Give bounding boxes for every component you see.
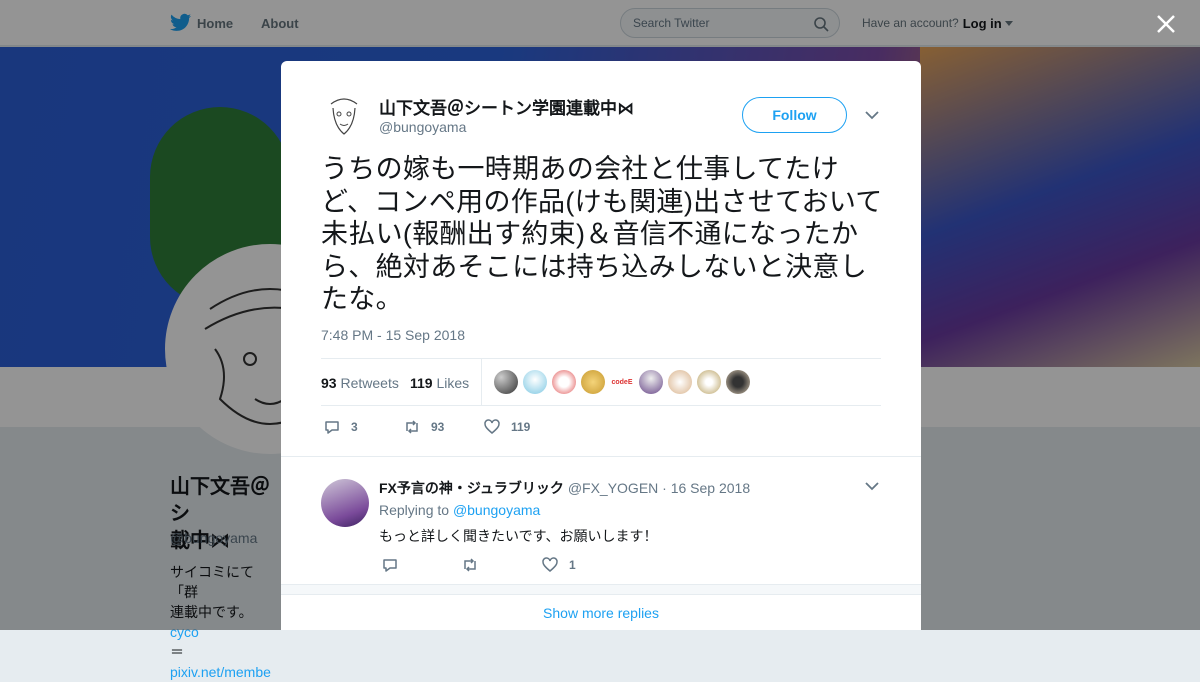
tweet-stats: 93 Retweets 119 Likes codeE: [321, 358, 881, 406]
tweet-timestamp[interactable]: 7:48 PM - 15 Sep 2018: [321, 327, 465, 343]
heart-icon: [484, 419, 500, 434]
like-count: 119: [511, 420, 531, 434]
author-handle[interactable]: @bungoyama: [379, 119, 466, 135]
reply-author-avatar[interactable]: [321, 479, 369, 527]
retweet-action[interactable]: [461, 556, 489, 574]
liker-badge-text: codeE: [611, 378, 633, 386]
retweet-icon: [464, 558, 476, 572]
liker-avatar[interactable]: [581, 370, 605, 394]
replies-separator: [281, 584, 921, 594]
reply-text: もっと詳しく聞きたいです、お願いします！: [379, 528, 658, 544]
reply-icon: [383, 559, 397, 572]
author-name[interactable]: 山下文吾＠シートン学園連載中⋈: [379, 94, 634, 119]
liker-avatar[interactable]: [697, 370, 721, 394]
reply-date[interactable]: · 16 Sep 2018: [662, 480, 750, 496]
reply-action[interactable]: 3: [323, 418, 358, 436]
show-more-replies-button[interactable]: Show more replies: [281, 594, 921, 630]
reply-actions: 1: [381, 556, 681, 574]
liker-avatar-code-e[interactable]: codeE: [610, 370, 634, 394]
reply-icon: [325, 421, 339, 434]
stats-divider: [481, 359, 482, 406]
liker-avatar[interactable]: [668, 370, 692, 394]
reply-count: 3: [351, 420, 358, 434]
retweet-count: 93: [431, 420, 445, 434]
liker-avatar[interactable]: [523, 370, 547, 394]
reply-header: FX予言の神・ジュラブリック @FX_YOGEN · 16 Sep 2018: [379, 478, 750, 498]
follow-button[interactable]: Follow: [742, 97, 847, 133]
replying-to: Replying to @bungoyama: [379, 502, 540, 518]
divider: [281, 456, 921, 457]
liker-avatars: codeE: [494, 370, 750, 394]
tweet-text: うちの嫁も一時期あの会社と仕事してたけど、コンペ用の作品(けも関連)出させておい…: [321, 154, 883, 314]
reply-author-name[interactable]: FX予言の神・ジュラブリック: [379, 480, 564, 496]
tweet-modal: 山下文吾＠シートン学園連載中⋈ @bungoyama Follow うちの嫁も一…: [281, 61, 921, 630]
retweets-count: 93: [321, 375, 337, 391]
reply-like-count: 1: [569, 558, 576, 572]
retweets-label: Retweets: [340, 375, 399, 391]
tweet-actions: 3 93 119: [323, 418, 623, 438]
likes-count: 119: [410, 375, 433, 391]
likes-label: Likes: [436, 375, 470, 391]
heart-icon: [542, 557, 558, 572]
retweet-action[interactable]: 93: [403, 418, 444, 436]
bio-line3: ＝: [170, 644, 184, 660]
replying-to-label: Replying to: [379, 502, 450, 518]
reply-action[interactable]: [381, 556, 409, 574]
retweets-stat[interactable]: 93 Retweets: [321, 375, 399, 391]
like-action[interactable]: 119: [483, 418, 530, 436]
likes-stat[interactable]: 119 Likes: [410, 375, 469, 391]
author-avatar[interactable]: [321, 92, 367, 138]
bio-link-pixiv[interactable]: pixiv.net/membe: [170, 664, 271, 680]
like-action[interactable]: 1: [541, 556, 576, 574]
close-icon[interactable]: [1154, 12, 1178, 36]
chevron-down-icon[interactable]: [865, 110, 879, 120]
liker-avatar[interactable]: [552, 370, 576, 394]
liker-avatar[interactable]: [639, 370, 663, 394]
liker-avatar[interactable]: [726, 370, 750, 394]
replying-to-handle[interactable]: @bungoyama: [453, 502, 540, 518]
retweet-icon: [406, 420, 418, 434]
reply-author-handle[interactable]: @FX_YOGEN: [568, 480, 658, 496]
liker-avatar[interactable]: [494, 370, 518, 394]
chevron-down-icon[interactable]: [865, 481, 879, 491]
avatar-sketch-icon: [321, 92, 367, 138]
